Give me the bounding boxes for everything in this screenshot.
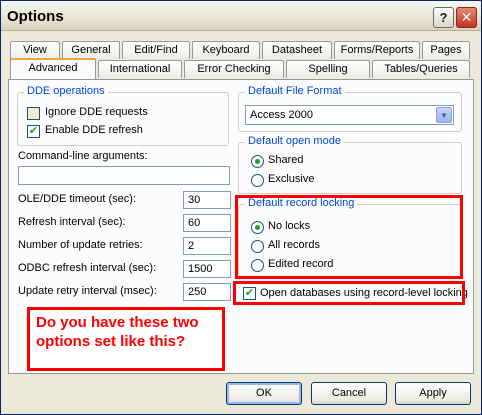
close-button[interactable]: ✕ <box>456 7 477 28</box>
close-icon: ✕ <box>460 9 473 25</box>
refresh-interval-label: Refresh interval (sec): <box>18 216 126 228</box>
ignore-dde-checkbox[interactable] <box>27 107 40 120</box>
checkmark-icon: ✔ <box>28 125 39 137</box>
update-retries-label: Number of update retries: <box>18 239 143 251</box>
ignore-dde-label: Ignore DDE requests <box>45 106 148 118</box>
tab-tables-queries[interactable]: Tables/Queries <box>372 60 470 78</box>
file-format-value: Access 2000 <box>250 109 313 121</box>
open-mode-group: Default open mode Shared Exclusive <box>238 135 462 194</box>
dde-operations-group: DDE operations Ignore DDE requests ✔ Ena… <box>17 85 229 146</box>
dde-operations-title: DDE operations <box>24 85 108 97</box>
window-title: Options <box>7 8 64 25</box>
tab-pages[interactable]: Pages <box>422 41 470 59</box>
title-bar[interactable]: Options ? ✕ <box>1 1 481 31</box>
tab-row-front: Advanced International Error Checking Sp… <box>8 58 474 79</box>
question-icon: ? <box>439 10 448 25</box>
highlight-record-locking <box>235 195 463 279</box>
tab-advanced[interactable]: Advanced <box>10 58 96 79</box>
tab-keyboard[interactable]: Keyboard <box>192 41 260 59</box>
file-format-group: Default File Format Access 2000 ▼ <box>238 85 462 132</box>
file-format-select[interactable]: Access 2000 ▼ <box>245 105 454 125</box>
tab-forms-reports[interactable]: Forms/Reports <box>334 41 420 59</box>
radio-selected-dot <box>255 159 260 164</box>
tab-error-checking[interactable]: Error Checking <box>184 60 284 78</box>
annotation-callout: Do you have these two options set like t… <box>27 307 225 371</box>
apply-button[interactable]: Apply <box>395 382 471 405</box>
odbc-refresh-interval-label: ODBC refresh interval (sec): <box>18 262 157 274</box>
enable-dde-refresh-label: Enable DDE refresh <box>45 124 143 136</box>
ok-button[interactable]: OK <box>226 382 302 405</box>
highlight-record-level-locking <box>233 281 465 305</box>
tab-edit-find[interactable]: Edit/Find <box>122 41 190 59</box>
tab-datasheet[interactable]: Datasheet <box>262 41 332 59</box>
tab-spelling[interactable]: Spelling <box>286 60 370 78</box>
ole-dde-timeout-input[interactable]: 30 <box>183 191 231 209</box>
ole-dde-timeout-label: OLE/DDE timeout (sec): <box>18 193 136 205</box>
update-retry-interval-label: Update retry interval (msec): <box>18 285 157 297</box>
open-mode-title: Default open mode <box>245 135 344 147</box>
command-line-label: Command-line arguments: <box>18 150 148 162</box>
tab-general[interactable]: General <box>62 41 120 59</box>
refresh-interval-input[interactable]: 60 <box>183 214 231 232</box>
odbc-refresh-interval-input[interactable]: 1500 <box>183 260 231 278</box>
options-dialog: Options ? ✕ View General Edit/Find Keybo… <box>0 0 482 415</box>
shared-label: Shared <box>268 154 304 166</box>
update-retries-input[interactable]: 2 <box>183 237 231 255</box>
radio-shared[interactable] <box>251 155 264 168</box>
tab-row-back: View General Edit/Find Keyboard Datashee… <box>8 41 474 59</box>
cancel-button[interactable]: Cancel <box>311 382 387 405</box>
command-line-input[interactable] <box>18 166 230 185</box>
help-button[interactable]: ? <box>433 7 454 28</box>
radio-exclusive[interactable] <box>251 174 264 187</box>
exclusive-label: Exclusive <box>268 173 315 185</box>
enable-dde-refresh-checkbox[interactable]: ✔ <box>27 125 40 138</box>
update-retry-interval-input[interactable]: 250 <box>183 283 231 301</box>
chevron-down-icon[interactable]: ▼ <box>436 107 452 123</box>
tab-view[interactable]: View <box>10 41 60 59</box>
tab-international[interactable]: International <box>98 60 182 78</box>
file-format-title: Default File Format <box>245 85 345 97</box>
